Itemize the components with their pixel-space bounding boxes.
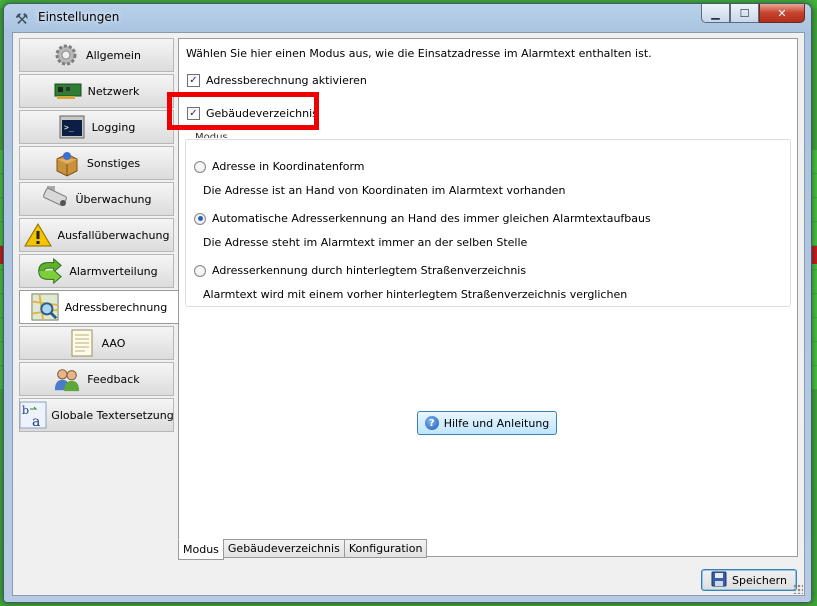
close-icon: ✕ <box>777 6 787 20</box>
minimize-icon: ▁ <box>711 6 720 20</box>
tools-icon: ⚒ <box>15 10 29 28</box>
sidebar-item-label: Feedback <box>87 372 140 386</box>
console-icon: >_ <box>58 113 86 141</box>
tab-gebaeudeverzeichnis[interactable]: Gebäudeverzeichnis <box>222 539 345 558</box>
radio-icon[interactable] <box>194 212 206 225</box>
settings-sidebar: Allgemein Netzwerk >_ Logging Sonstiges … <box>19 38 179 434</box>
svg-text:>_: >_ <box>64 123 74 132</box>
radio-automatische-erkennung[interactable]: Automatische Adresserkennung an Hand des… <box>194 212 651 225</box>
option-description: Die Adresse steht im Alarmtext immer an … <box>203 236 528 249</box>
sidebar-item-label: Alarmverteilung <box>69 264 158 278</box>
sidebar-item-allgemein[interactable]: Allgemein <box>19 38 174 72</box>
radio-icon[interactable] <box>194 264 206 277</box>
document-icon <box>68 329 96 357</box>
check-icon[interactable]: ✓ <box>187 74 200 87</box>
sidebar-item-label: Adressberechnung <box>64 300 168 314</box>
help-icon: ? <box>424 416 439 430</box>
sidebar-item-sonstiges[interactable]: Sonstiges <box>19 146 174 180</box>
save-button-label: Speichern <box>732 573 787 587</box>
network-card-icon <box>54 77 82 105</box>
camera-icon <box>41 185 69 213</box>
package-icon <box>53 149 81 177</box>
sidebar-item-ueberwachung[interactable]: Überwachung <box>19 182 174 216</box>
modus-group: Modus Adresse in Koordinatenform Die Adr… <box>185 133 791 307</box>
group-label: Modus <box>194 133 229 138</box>
window-title: Einstellungen <box>38 10 120 24</box>
gear-icon <box>52 41 80 69</box>
sidebar-item-label: Netzwerk <box>87 84 140 98</box>
sidebar-item-label: AAO <box>101 336 126 350</box>
sidebar-item-label: Ausfallüberwachung <box>57 228 170 242</box>
settings-window: ⚒ Einstellungen ▁ ☐ ✕ Allgemein Netzwerk… <box>3 3 812 603</box>
sidebar-item-label: Sonstiges <box>86 156 141 170</box>
save-icon <box>711 571 727 590</box>
checkbox-label: Adressberechnung aktivieren <box>206 74 367 87</box>
close-button[interactable]: ✕ <box>759 4 805 23</box>
option-description: Die Adresse ist an Hand von Koordinaten … <box>203 184 566 197</box>
sidebar-item-alarmverteilung[interactable]: Alarmverteilung <box>19 254 174 288</box>
option-description: Alarmtext wird mit einem vorher hinterle… <box>203 288 628 301</box>
content-panel: Wählen Sie hier einen Modus aus, wie die… <box>167 38 798 557</box>
sidebar-item-globale-textersetzung[interactable]: ba Globale Textersetzung <box>19 398 174 432</box>
users-icon <box>53 365 81 393</box>
sidebar-item-label: Globale Textersetzung <box>51 408 174 422</box>
radio-label: Automatische Adresserkennung an Hand des… <box>212 212 651 225</box>
sidebar-item-netzwerk[interactable]: Netzwerk <box>19 74 174 108</box>
radio-strassenverzeichnis[interactable]: Adresserkennung durch hinterlegtem Straß… <box>194 264 526 277</box>
sidebar-item-feedback[interactable]: Feedback <box>19 362 174 396</box>
sidebar-item-adressberechnung[interactable]: Adressberechnung <box>19 290 179 324</box>
maximize-button[interactable]: ☐ <box>730 4 759 23</box>
radio-label: Adresse in Koordinatenform <box>212 160 365 173</box>
sidebar-item-aao[interactable]: AAO <box>19 326 174 360</box>
tab-konfiguration[interactable]: Konfiguration <box>343 539 428 558</box>
client-area: Allgemein Netzwerk >_ Logging Sonstiges … <box>12 32 805 596</box>
sidebar-item-label: Überwachung <box>75 192 152 206</box>
highlight-box <box>167 92 319 130</box>
text-replace-icon: ba <box>19 401 47 429</box>
sidebar-item-logging[interactable]: >_ Logging <box>19 110 174 144</box>
sidebar-item-ausfallueberwachung[interactable]: Ausfallüberwachung <box>19 218 174 252</box>
minimize-button[interactable]: ▁ <box>701 4 730 23</box>
radio-label: Adresserkennung durch hinterlegtem Straß… <box>212 264 527 277</box>
radio-icon[interactable] <box>194 160 206 173</box>
checkbox-adressberechnung[interactable]: ✓ Adressberechnung aktivieren <box>187 74 367 87</box>
svg-text:b: b <box>22 404 29 417</box>
arrows-icon <box>35 257 63 285</box>
intro-text: Wählen Sie hier einen Modus aus, wie die… <box>186 47 652 60</box>
window-controls: ▁ ☐ ✕ <box>701 4 805 24</box>
svg-text:a: a <box>32 414 40 429</box>
help-button-label: Hilfe und Anleitung <box>443 416 550 430</box>
title-bar[interactable]: ⚒ Einstellungen ▁ ☐ ✕ <box>4 4 811 32</box>
resize-grip[interactable] <box>793 584 803 594</box>
radio-koordinatenform[interactable]: Adresse in Koordinatenform <box>194 160 365 173</box>
tab-modus[interactable]: Modus <box>178 539 224 560</box>
warning-icon <box>23 221 52 249</box>
save-button[interactable]: Speichern <box>701 569 797 591</box>
maximize-icon: ☐ <box>739 6 750 20</box>
sidebar-item-label: Allgemein <box>86 48 141 62</box>
sidebar-item-label: Logging <box>91 120 136 134</box>
tab-strip: Modus Gebäudeverzeichnis Konfiguration <box>178 539 428 560</box>
help-button[interactable]: ? Hilfe und Anleitung <box>417 411 557 435</box>
map-search-icon <box>31 293 59 321</box>
